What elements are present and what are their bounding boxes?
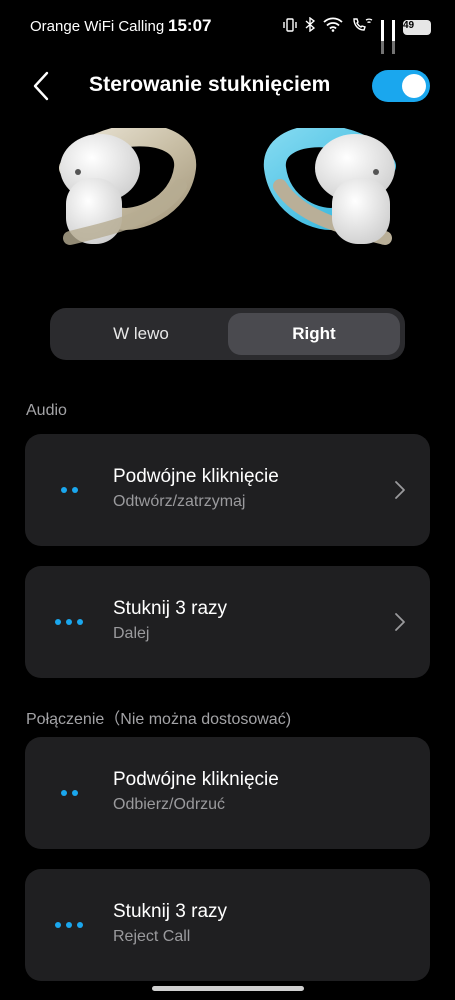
left-earbud-icon [59,124,197,245]
section-connection-label: Połączenie（Nie można dostosować) [26,711,292,728]
chevron-right-icon [395,481,405,499]
carrier-label: Orange WiFi Calling [30,18,165,35]
signal-icon-2 [392,20,395,54]
item-value: Dalej [113,625,150,642]
signal-icon [381,20,384,54]
triple-tap-icon [25,566,113,678]
item-title: Stuknij 3 razy [113,598,228,619]
item-title: Podwójne kliknięcie [113,466,279,487]
chevron-right-icon [395,613,405,631]
home-indicator[interactable] [152,986,304,991]
vibrate-icon [283,17,297,37]
tab-left[interactable]: W lewo [55,313,227,355]
item-value: Odbierz/Odrzuć [113,796,226,813]
audio-triple-tap-item[interactable]: Stuknij 3 razy Dalej [25,566,430,678]
right-earbud-icon [263,125,396,245]
section-audio-label: Audio [26,402,67,419]
header: Sterowanie stuknięciem [0,64,455,108]
bluetooth-icon [305,16,316,37]
item-value: Reject Call [113,928,191,945]
double-tap-icon [25,434,113,546]
wifi-icon [323,17,343,37]
status-icons: 49 [283,16,431,54]
page-title: Sterowanie stuknięciem [89,73,331,96]
battery-icon: 49 [403,19,431,35]
tap-control-toggle[interactable] [372,70,430,102]
tab-right[interactable]: Right [228,313,400,355]
connection-double-tap-item: Podwójne kliknięcie Odbierz/Odrzuć [25,737,430,849]
earbuds-illustration [0,124,455,258]
item-value: Odtwórz/zatrzymaj [113,493,246,510]
connection-triple-tap-item: Stuknij 3 razy Reject Call [25,869,430,981]
item-title: Podwójne kliknięcie [113,769,279,790]
status-time: 15:07 [168,16,212,35]
toggle-knob [402,74,426,98]
audio-double-tap-item[interactable]: Podwójne kliknięcie Odtwórz/zatrzymaj [25,434,430,546]
status-bar: Orange WiFi Calling 15:07 49 [0,0,455,54]
double-tap-icon [25,737,113,849]
side-selector: W lewo Right [50,308,405,360]
wifi-calling-icon [351,17,373,37]
item-title: Stuknij 3 razy [113,901,228,922]
back-arrow-icon[interactable] [30,70,54,102]
triple-tap-icon [25,869,113,981]
